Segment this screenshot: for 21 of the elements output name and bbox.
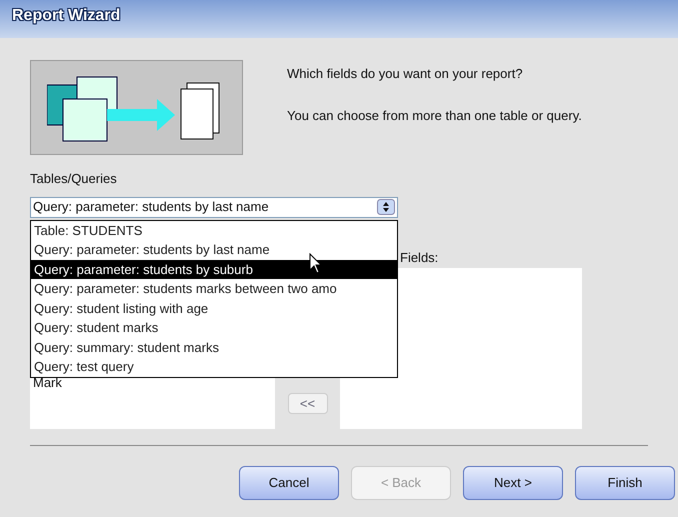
list-label: Fields: — [399, 248, 440, 266]
dropdown-option[interactable]: Query: parameter: students by suburb — [31, 260, 397, 279]
wizard-button[interactable]: Next > — [463, 466, 563, 500]
dropdown-option[interactable]: Table: STUDENTS — [31, 220, 397, 240]
spinner-arrows-icon[interactable] — [377, 199, 395, 215]
dropdown-option[interactable]: Query: parameter: students by last name — [31, 240, 397, 260]
wizard-button[interactable]: Finish — [575, 466, 675, 500]
list-item[interactable]: Mark — [33, 374, 275, 390]
window-title: Report Wizard — [12, 6, 120, 26]
instruction-text: You can choose from more than one table or query. — [287, 106, 582, 125]
mouse-pointer-icon — [309, 252, 323, 274]
field-label: Tables/Queries — [30, 171, 117, 186]
tables-queries-combobox[interactable]: Query: parameter: students by last name — [30, 196, 398, 218]
dropdown-option[interactable]: Query: student marks — [31, 318, 397, 338]
dropdown-option[interactable]: Query: summary: student marks — [31, 338, 397, 357]
instruction-text: Which fields do you want on your report? — [287, 65, 524, 83]
wizard-button[interactable]: Cancel — [239, 466, 339, 500]
dropdown-option[interactable]: Query: test query — [31, 357, 397, 376]
dropdown-option[interactable]: Query: parameter: students marks between two amo — [31, 279, 397, 298]
dropdown-option[interactable]: Query: student listing with age — [31, 298, 397, 318]
remove-all-button[interactable]: << — [288, 392, 328, 414]
